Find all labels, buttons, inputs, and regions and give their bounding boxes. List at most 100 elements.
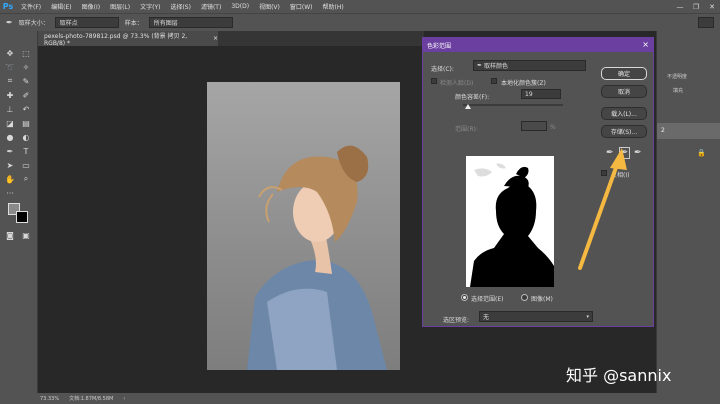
eyedropper-add-icon[interactable]: ✒	[619, 147, 630, 159]
minimize-button[interactable]: —	[672, 0, 688, 13]
invert-checkbox[interactable]	[601, 170, 607, 176]
sample-size-select[interactable]: 取样点	[54, 17, 119, 28]
select-dropdown[interactable]: ✒ 取样颜色	[473, 60, 586, 71]
eyedropper-icon[interactable]: ✎	[20, 75, 32, 87]
crop-tool-icon[interactable]: ⌗	[4, 75, 16, 87]
fuzziness-value: 19	[525, 90, 533, 98]
selection-mask-preview	[466, 156, 554, 287]
history-brush-icon[interactable]: ↶	[20, 103, 32, 115]
eyedropper-sample-icon[interactable]: ✒	[606, 148, 614, 158]
range-unit: %	[550, 124, 556, 131]
selection-radio[interactable]	[461, 294, 468, 301]
document-photo[interactable]	[207, 82, 400, 370]
dialog-close-icon[interactable]: ×	[642, 40, 649, 49]
sample-label: 样本：	[124, 20, 143, 27]
document-tab[interactable]: pexels-photo-789812.psd @ 73.3% (背景 拷贝 2…	[38, 31, 218, 47]
document-tab-bar: pexels-photo-789812.psd @ 73.3% (背景 拷贝 2…	[38, 31, 424, 47]
cancel-button[interactable]: 取消	[601, 85, 647, 98]
background-color-swatch[interactable]	[16, 211, 28, 223]
preview-mode-select[interactable]: 无 ▾	[479, 311, 593, 322]
magic-wand-icon[interactable]: ✧	[20, 61, 32, 73]
dialog-title: 色彩范围	[427, 42, 452, 50]
invert-label: 反相(I)	[611, 172, 630, 179]
options-bar: ✒ 取样大小： 取样点 样本： 所有图层	[0, 13, 720, 31]
pen-tool-icon[interactable]: ✒	[4, 145, 16, 157]
status-bar: 73.33% 文档:1.87M/8.58M ›	[0, 393, 720, 404]
fuzziness-label: 颜色容差(F):	[455, 94, 490, 101]
fill-label: 填充	[673, 88, 684, 94]
opacity-label: 不透明度	[667, 74, 688, 80]
eraser-tool-icon[interactable]: ◪	[4, 117, 16, 129]
layer-number: 2	[661, 127, 665, 134]
menu-filter[interactable]: 滤镜(T)	[196, 2, 226, 11]
menu-select[interactable]: 选择(S)	[165, 2, 196, 11]
chevron-down-icon: ▾	[586, 313, 589, 320]
rectangle-tool-icon[interactable]: ▭	[20, 159, 32, 171]
sampled-colors-icon: ✒	[477, 62, 483, 69]
zoom-level[interactable]: 73.33%	[40, 396, 59, 402]
menu-help[interactable]: 帮助(H)	[318, 2, 349, 11]
range-label: 范围(R):	[455, 126, 478, 133]
sample-size-value: 取样点	[59, 20, 78, 27]
fuzziness-slider-track[interactable]	[463, 104, 563, 106]
ok-button[interactable]: 确定	[601, 67, 647, 80]
menu-window[interactable]: 窗口(W)	[285, 2, 318, 11]
menu-3d[interactable]: 3D(D)	[226, 3, 254, 10]
restore-button[interactable]: ❐	[688, 0, 704, 13]
zoom-tool-icon[interactable]: ⌕	[20, 173, 32, 185]
load-button[interactable]: 载入(L)...	[601, 107, 647, 120]
menu-type[interactable]: 文字(Y)	[135, 2, 165, 11]
tools-panel: ✥ ⬚ ➰ ✧ ⌗ ✎ ✚ ✐ ⊥ ↶ ◪ ▤ ● ◐ ✒ T ➤ ▭ ✋ ⌕ …	[0, 31, 38, 393]
select-value: 取样颜色	[484, 63, 509, 70]
preview-mode-label: 选区预览:	[443, 317, 470, 324]
fuzziness-input[interactable]: 19	[521, 89, 561, 99]
selection-preview[interactable]	[466, 156, 554, 287]
detect-faces-label: 检测人脸(D)	[440, 80, 474, 87]
layers-panel: 不透明度 填充 2 🔒	[656, 31, 720, 393]
screen-mode-icon[interactable]: ▣	[20, 229, 32, 241]
window-controls: — ❐ ✕	[672, 0, 720, 13]
image-radio-label: 图像(M)	[531, 296, 553, 303]
color-range-dialog: 色彩范围 × 选择(C): ✒ 取样颜色 检测人脸(D) 本地化颜色簇(Z) 颜…	[422, 37, 654, 327]
close-button[interactable]: ✕	[704, 0, 720, 13]
clone-stamp-icon[interactable]: ⊥	[4, 103, 16, 115]
type-tool-icon[interactable]: T	[20, 145, 32, 157]
preview-mode-value: 无	[483, 314, 490, 321]
sample-select[interactable]: 所有图层	[148, 17, 233, 28]
layer-row-selected[interactable]	[657, 123, 720, 139]
quick-mask-icon[interactable]: ◙	[4, 229, 16, 241]
selection-radio-label: 选择范围(E)	[471, 296, 504, 303]
marquee-tool-icon[interactable]: ⬚	[20, 47, 32, 59]
menu-bar: Ps 文件(F) 编辑(E) 图像(I) 图层(L) 文字(Y) 选择(S) 滤…	[0, 0, 720, 13]
healing-brush-icon[interactable]: ✚	[4, 89, 16, 101]
gradient-tool-icon[interactable]: ▤	[20, 117, 32, 129]
document-tab-title: pexels-photo-789812.psd @ 73.3% (背景 拷贝 2…	[44, 32, 188, 47]
eyedropper-tool-icon[interactable]: ✒	[6, 18, 13, 27]
detect-faces-checkbox[interactable]	[431, 78, 437, 84]
menu-edit[interactable]: 编辑(E)	[46, 2, 76, 11]
hand-tool-icon[interactable]: ✋	[4, 173, 16, 185]
move-tool-icon[interactable]: ✥	[4, 47, 16, 59]
save-button[interactable]: 存储(S)...	[601, 125, 647, 138]
sample-value: 所有图层	[153, 20, 178, 27]
localized-clusters-checkbox[interactable]	[491, 78, 497, 84]
path-selection-icon[interactable]: ➤	[4, 159, 16, 171]
blur-tool-icon[interactable]: ●	[4, 131, 16, 143]
select-label: 选择(C):	[431, 66, 454, 73]
lasso-tool-icon[interactable]: ➰	[4, 61, 16, 73]
menu-image[interactable]: 图像(I)	[77, 2, 105, 11]
fuzziness-slider-thumb[interactable]	[465, 104, 471, 109]
eyedropper-subtract-icon[interactable]: ✒	[634, 148, 642, 158]
photoshop-logo: Ps	[2, 2, 14, 11]
brush-tool-icon[interactable]: ✐	[20, 89, 32, 101]
dodge-tool-icon[interactable]: ◐	[20, 131, 32, 143]
menu-layer[interactable]: 图层(L)	[105, 2, 135, 11]
workspace-switcher[interactable]	[698, 17, 714, 28]
image-radio[interactable]	[521, 294, 528, 301]
menu-view[interactable]: 视图(V)	[254, 2, 285, 11]
document-tab-close-icon[interactable]: ×	[213, 35, 218, 42]
more-tools-icon[interactable]: ···	[4, 187, 16, 199]
menu-file[interactable]: 文件(F)	[16, 2, 46, 11]
dialog-title-bar: 色彩范围 ×	[423, 38, 653, 52]
status-arrow-icon[interactable]: ›	[123, 396, 125, 402]
